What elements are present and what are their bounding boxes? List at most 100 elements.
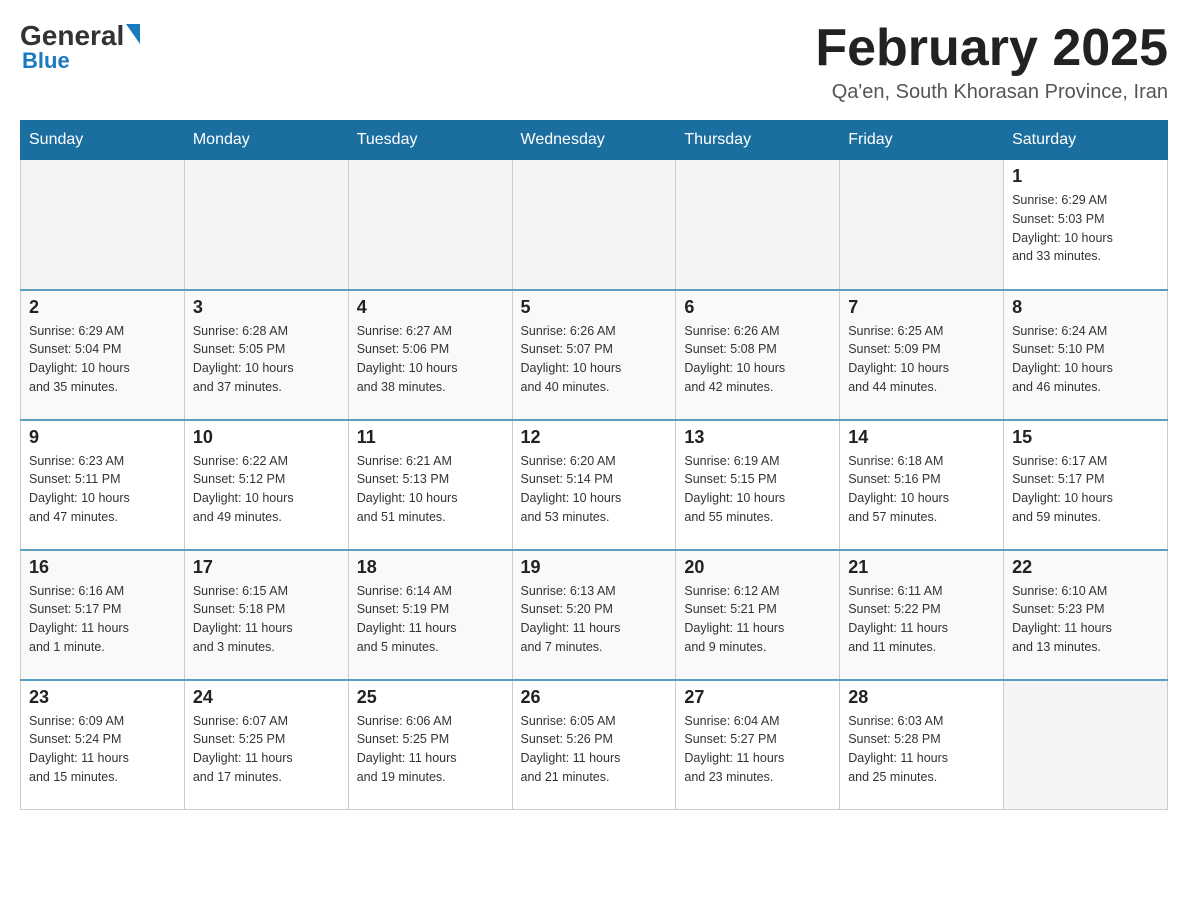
day-info: Sunrise: 6:25 AM Sunset: 5:09 PM Dayligh… <box>848 322 995 397</box>
calendar-week-row: 16 Sunrise: 6:16 AM Sunset: 5:17 PM Dayli… <box>21 550 1168 680</box>
day-number: 21 <box>848 557 995 578</box>
day-info: Sunrise: 6:17 AM Sunset: 5:17 PM Dayligh… <box>1012 452 1159 527</box>
calendar-day-cell: 19 Sunrise: 6:13 AM Sunset: 5:20 PM Dayli… <box>512 550 676 680</box>
day-number: 17 <box>193 557 340 578</box>
day-info: Sunrise: 6:26 AM Sunset: 5:08 PM Dayligh… <box>684 322 831 397</box>
logo-blue-text: Blue <box>22 48 70 74</box>
day-info: Sunrise: 6:04 AM Sunset: 5:27 PM Dayligh… <box>684 712 831 787</box>
calendar-day-cell: 6 Sunrise: 6:26 AM Sunset: 5:08 PM Daylig… <box>676 290 840 420</box>
calendar-table: SundayMondayTuesdayWednesdayThursdayFrid… <box>20 120 1168 810</box>
day-number: 10 <box>193 427 340 448</box>
day-number: 28 <box>848 687 995 708</box>
calendar-day-cell: 24 Sunrise: 6:07 AM Sunset: 5:25 PM Dayli… <box>184 680 348 810</box>
day-info: Sunrise: 6:19 AM Sunset: 5:15 PM Dayligh… <box>684 452 831 527</box>
calendar-day-cell: 4Sunrise: 6:27 AM Sunset: 5:06 PM Daylig… <box>348 290 512 420</box>
calendar-day-cell: 21 Sunrise: 6:11 AM Sunset: 5:22 PM Dayli… <box>840 550 1004 680</box>
day-number: 22 <box>1012 557 1159 578</box>
month-title: February 2025 <box>815 20 1168 77</box>
calendar-day-cell: 3 Sunrise: 6:28 AM Sunset: 5:05 PM Daylig… <box>184 290 348 420</box>
day-number: 3 <box>193 297 340 318</box>
day-number: 6 <box>684 297 831 318</box>
calendar-week-row: 2 Sunrise: 6:29 AM Sunset: 5:04 PM Daylig… <box>21 290 1168 420</box>
day-number: 4 <box>357 297 504 318</box>
page-header: General Blue February 2025 Qa'en, South … <box>20 20 1168 104</box>
calendar-day-cell: 8 Sunrise: 6:24 AM Sunset: 5:10 PM Daylig… <box>1004 290 1168 420</box>
calendar-header-row: SundayMondayTuesdayWednesdayThursdayFrid… <box>21 121 1168 160</box>
day-info: Sunrise: 6:20 AM Sunset: 5:14 PM Dayligh… <box>521 452 668 527</box>
calendar-day-cell: 14Sunrise: 6:18 AM Sunset: 5:16 PM Dayli… <box>840 420 1004 550</box>
calendar-week-row: 1Sunrise: 6:29 AM Sunset: 5:03 PM Daylig… <box>21 160 1168 290</box>
day-number: 12 <box>521 427 668 448</box>
calendar-day-cell: 7 Sunrise: 6:25 AM Sunset: 5:09 PM Daylig… <box>840 290 1004 420</box>
day-number: 16 <box>29 557 176 578</box>
day-info: Sunrise: 6:28 AM Sunset: 5:05 PM Dayligh… <box>193 322 340 397</box>
calendar-day-cell: 25 Sunrise: 6:06 AM Sunset: 5:25 PM Dayli… <box>348 680 512 810</box>
day-number: 23 <box>29 687 176 708</box>
day-of-week-header: Friday <box>840 121 1004 160</box>
day-number: 27 <box>684 687 831 708</box>
calendar-day-cell: 5Sunrise: 6:26 AM Sunset: 5:07 PM Daylig… <box>512 290 676 420</box>
day-info: Sunrise: 6:29 AM Sunset: 5:04 PM Dayligh… <box>29 322 176 397</box>
day-info: Sunrise: 6:14 AM Sunset: 5:19 PM Dayligh… <box>357 582 504 657</box>
day-info: Sunrise: 6:21 AM Sunset: 5:13 PM Dayligh… <box>357 452 504 527</box>
day-info: Sunrise: 6:09 AM Sunset: 5:24 PM Dayligh… <box>29 712 176 787</box>
logo-area: General Blue <box>20 20 140 74</box>
day-info: Sunrise: 6:22 AM Sunset: 5:12 PM Dayligh… <box>193 452 340 527</box>
day-info: Sunrise: 6:03 AM Sunset: 5:28 PM Dayligh… <box>848 712 995 787</box>
calendar-day-cell <box>348 160 512 290</box>
calendar-day-cell: 28 Sunrise: 6:03 AM Sunset: 5:28 PM Dayli… <box>840 680 1004 810</box>
day-info: Sunrise: 6:24 AM Sunset: 5:10 PM Dayligh… <box>1012 322 1159 397</box>
calendar-day-cell <box>21 160 185 290</box>
day-info: Sunrise: 6:05 AM Sunset: 5:26 PM Dayligh… <box>521 712 668 787</box>
calendar-day-cell: 9 Sunrise: 6:23 AM Sunset: 5:11 PM Daylig… <box>21 420 185 550</box>
day-info: Sunrise: 6:07 AM Sunset: 5:25 PM Dayligh… <box>193 712 340 787</box>
day-of-week-header: Monday <box>184 121 348 160</box>
calendar-day-cell: 16 Sunrise: 6:16 AM Sunset: 5:17 PM Dayli… <box>21 550 185 680</box>
calendar-day-cell: 15 Sunrise: 6:17 AM Sunset: 5:17 PM Dayli… <box>1004 420 1168 550</box>
day-number: 13 <box>684 427 831 448</box>
day-info: Sunrise: 6:15 AM Sunset: 5:18 PM Dayligh… <box>193 582 340 657</box>
calendar-day-cell: 17 Sunrise: 6:15 AM Sunset: 5:18 PM Dayli… <box>184 550 348 680</box>
calendar-day-cell: 18Sunrise: 6:14 AM Sunset: 5:19 PM Dayli… <box>348 550 512 680</box>
calendar-day-cell: 22Sunrise: 6:10 AM Sunset: 5:23 PM Dayli… <box>1004 550 1168 680</box>
day-info: Sunrise: 6:06 AM Sunset: 5:25 PM Dayligh… <box>357 712 504 787</box>
calendar-day-cell: 12 Sunrise: 6:20 AM Sunset: 5:14 PM Dayli… <box>512 420 676 550</box>
day-number: 14 <box>848 427 995 448</box>
calendar-day-cell <box>1004 680 1168 810</box>
day-number: 8 <box>1012 297 1159 318</box>
calendar-day-cell <box>840 160 1004 290</box>
day-number: 5 <box>521 297 668 318</box>
day-number: 24 <box>193 687 340 708</box>
calendar-day-cell: 20Sunrise: 6:12 AM Sunset: 5:21 PM Dayli… <box>676 550 840 680</box>
day-number: 19 <box>521 557 668 578</box>
day-number: 25 <box>357 687 504 708</box>
day-info: Sunrise: 6:16 AM Sunset: 5:17 PM Dayligh… <box>29 582 176 657</box>
day-number: 2 <box>29 297 176 318</box>
calendar-day-cell: 1Sunrise: 6:29 AM Sunset: 5:03 PM Daylig… <box>1004 160 1168 290</box>
day-of-week-header: Thursday <box>676 121 840 160</box>
day-info: Sunrise: 6:23 AM Sunset: 5:11 PM Dayligh… <box>29 452 176 527</box>
day-info: Sunrise: 6:13 AM Sunset: 5:20 PM Dayligh… <box>521 582 668 657</box>
day-number: 7 <box>848 297 995 318</box>
day-number: 15 <box>1012 427 1159 448</box>
calendar-week-row: 23 Sunrise: 6:09 AM Sunset: 5:24 PM Dayli… <box>21 680 1168 810</box>
day-info: Sunrise: 6:29 AM Sunset: 5:03 PM Dayligh… <box>1012 191 1159 266</box>
calendar-day-cell: 23 Sunrise: 6:09 AM Sunset: 5:24 PM Dayli… <box>21 680 185 810</box>
day-number: 11 <box>357 427 504 448</box>
calendar-day-cell: 13 Sunrise: 6:19 AM Sunset: 5:15 PM Dayli… <box>676 420 840 550</box>
day-number: 9 <box>29 427 176 448</box>
day-of-week-header: Sunday <box>21 121 185 160</box>
calendar-day-cell: 27 Sunrise: 6:04 AM Sunset: 5:27 PM Dayli… <box>676 680 840 810</box>
logo-triangle-icon <box>126 24 140 44</box>
title-area: February 2025 Qa'en, South Khorasan Prov… <box>815 20 1168 104</box>
calendar-day-cell: 2 Sunrise: 6:29 AM Sunset: 5:04 PM Daylig… <box>21 290 185 420</box>
day-info: Sunrise: 6:11 AM Sunset: 5:22 PM Dayligh… <box>848 582 995 657</box>
day-of-week-header: Wednesday <box>512 121 676 160</box>
location-text: Qa'en, South Khorasan Province, Iran <box>815 81 1168 104</box>
day-of-week-header: Tuesday <box>348 121 512 160</box>
calendar-day-cell <box>676 160 840 290</box>
calendar-day-cell: 26Sunrise: 6:05 AM Sunset: 5:26 PM Dayli… <box>512 680 676 810</box>
calendar-day-cell: 11 Sunrise: 6:21 AM Sunset: 5:13 PM Dayli… <box>348 420 512 550</box>
day-info: Sunrise: 6:12 AM Sunset: 5:21 PM Dayligh… <box>684 582 831 657</box>
calendar-day-cell: 10 Sunrise: 6:22 AM Sunset: 5:12 PM Dayli… <box>184 420 348 550</box>
